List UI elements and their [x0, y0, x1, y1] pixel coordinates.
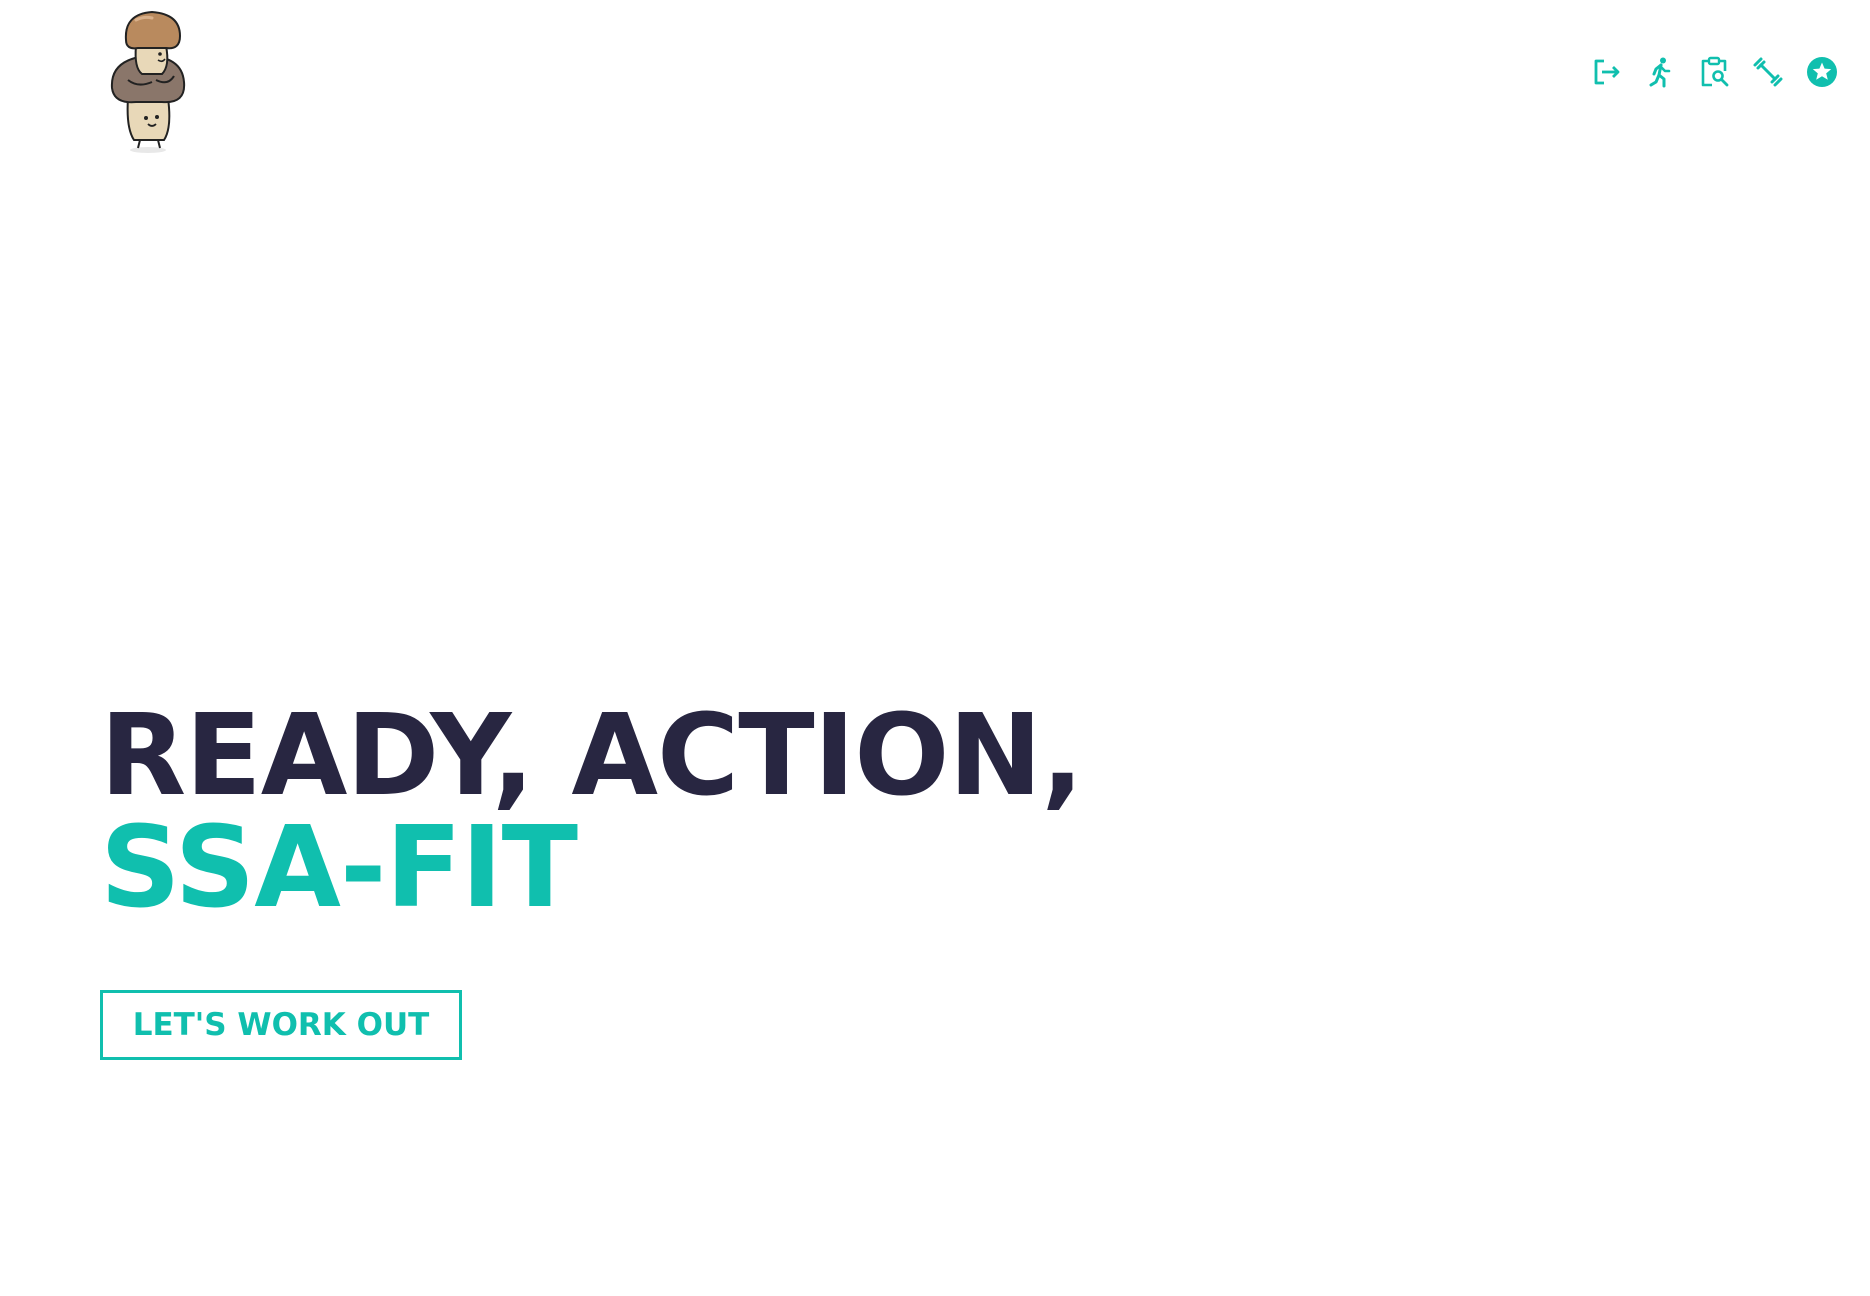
star-badge-icon [1807, 57, 1837, 87]
mushroom-mascot-icon [110, 10, 186, 153]
logout-button[interactable] [1590, 56, 1622, 88]
running-person-icon [1649, 57, 1671, 88]
hero-title-line2: SSA-FIT [100, 803, 578, 933]
cta-label: LET'S WORK OUT [132, 1007, 430, 1043]
logout-icon [1594, 59, 1620, 85]
clipboard-search-icon [1701, 56, 1729, 87]
records-search-button[interactable] [1698, 56, 1730, 88]
hero-heading: READY, ACTION, SSA-FIT [100, 691, 1084, 933]
favorites-button[interactable] [1806, 56, 1838, 88]
top-nav [1590, 56, 1838, 88]
workout-button[interactable] [1752, 56, 1784, 88]
hero-title-line1: READY, ACTION, [100, 691, 1084, 821]
dumbbell-icon [1753, 57, 1783, 87]
exercise-button[interactable] [1644, 56, 1676, 88]
top-bar [0, 0, 1870, 160]
mushroom-mascot-logo[interactable] [108, 10, 198, 155]
lets-work-out-button[interactable]: LET'S WORK OUT [100, 990, 462, 1060]
